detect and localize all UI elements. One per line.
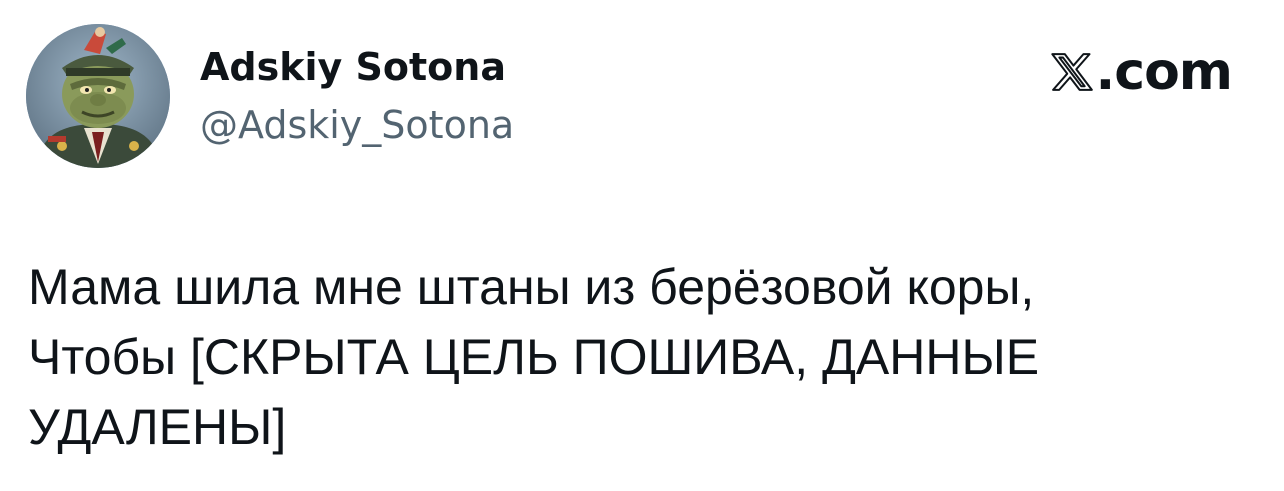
x-logo-icon <box>1050 53 1093 91</box>
tweet-text-line: УДАЛЕНЫ] <box>28 399 287 455</box>
brand-watermark: .com <box>1050 42 1233 102</box>
tweet-text-line: Чтобы [СКРЫТА ЦЕЛЬ ПОШИВА, ДАННЫЕ <box>28 329 1040 385</box>
cartoon-general-avatar-icon <box>26 24 170 168</box>
tweet-card: Adskiy Sotona @Adskiy_Sotona .com Мама ш… <box>0 0 1284 491</box>
user-handle[interactable]: @Adskiy_Sotona <box>200 102 514 148</box>
brand-suffix: .com <box>1095 42 1233 102</box>
tweet-text: Мама шила мне штаны из берёзовой коры, Ч… <box>28 252 1248 462</box>
display-name[interactable]: Adskiy Sotona <box>200 44 506 90</box>
avatar[interactable] <box>26 24 170 168</box>
tweet-text-line: Мама шила мне штаны из берёзовой коры, <box>28 259 1035 315</box>
